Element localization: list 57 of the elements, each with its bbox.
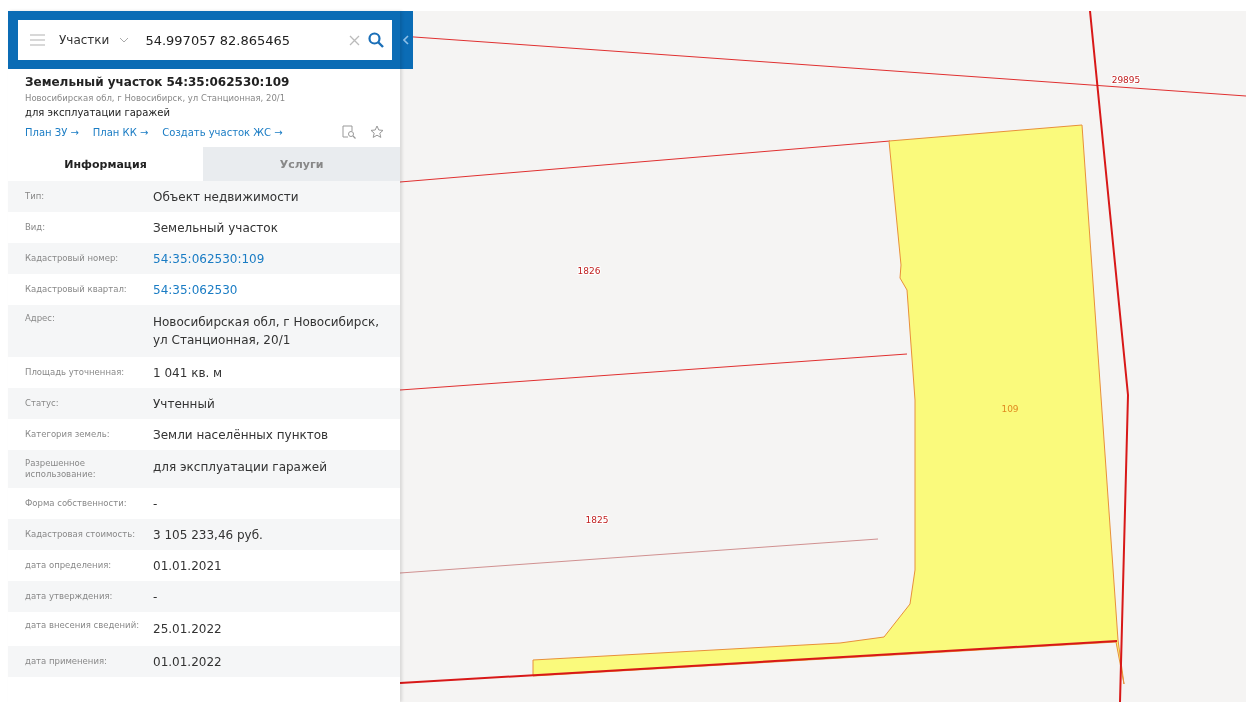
field-value: 01.01.2022 xyxy=(153,653,223,671)
parcel-label: 1825 xyxy=(585,515,609,525)
field-value: Земли населённых пунктов xyxy=(153,426,330,444)
field-label: Вид: xyxy=(24,221,47,233)
field-value: 1 041 кв. м xyxy=(153,364,224,382)
field-label: дата определения: xyxy=(24,560,113,572)
tab[interactable]: Услуги xyxy=(203,147,400,181)
field-label: Площадь уточненная: xyxy=(24,366,126,378)
search-icon xyxy=(368,32,384,48)
field-label: Статус: xyxy=(24,397,60,409)
field-label: Тип: xyxy=(24,190,46,202)
object-address: Новосибирская обл, г Новосибирск, ул Станционная, 20/1 xyxy=(25,93,287,103)
field-value: Учтенный xyxy=(153,395,216,413)
field-value: - xyxy=(153,495,159,513)
field-value: Объект недвижимости xyxy=(153,188,300,206)
plan-link[interactable]: План ЗУ → xyxy=(25,126,79,138)
chevron-left-icon xyxy=(403,35,410,45)
field-label: Разрешенное использование: xyxy=(24,458,97,481)
parcel-label: 29895 xyxy=(1111,75,1141,85)
plan-link[interactable]: План КК → xyxy=(92,126,149,138)
field-label: Форма собственности: xyxy=(24,498,128,510)
field-label: Адрес: xyxy=(24,313,56,325)
field-label: Кадастровый номер: xyxy=(24,252,120,264)
field-value: 25.01.2022 xyxy=(153,621,223,639)
search-button[interactable] xyxy=(368,32,384,48)
document-search-icon xyxy=(342,125,356,139)
chevron-down-icon xyxy=(119,37,130,43)
object-purpose: для эксплуатации гаражей xyxy=(25,107,171,118)
menu-button[interactable] xyxy=(30,34,45,46)
field-value: 01.01.2021 xyxy=(153,557,223,575)
collapse-button[interactable] xyxy=(400,11,413,69)
layer-dropdown[interactable]: Участки xyxy=(53,33,136,47)
field-label: Категория земель: xyxy=(24,428,111,440)
object-title: Земельный участок 54:35:062530:109 xyxy=(25,75,291,89)
clear-button[interactable] xyxy=(349,34,360,46)
field-link[interactable]: 54:35:062530 xyxy=(153,280,400,299)
field-link[interactable]: 54:35:062530:109 xyxy=(153,249,400,268)
zoom-to-button[interactable] xyxy=(342,125,356,139)
parcel-label: 109 xyxy=(1001,404,1019,414)
parcel-shape[interactable] xyxy=(532,124,1125,685)
field-value: 3 105 233,46 руб. xyxy=(153,526,264,544)
field-value: Земельный участок xyxy=(153,219,279,237)
field-value: - xyxy=(153,588,159,606)
field-label: дата утверждения: xyxy=(24,591,114,603)
map[interactable]: 29895 1826 1825 109 xyxy=(400,11,1246,702)
field-label: Кадастровая стоимость: xyxy=(24,529,137,541)
field-value: для эксплуатации гаражей xyxy=(153,459,328,476)
field-label: дата внесения сведений: xyxy=(24,620,141,632)
parcel-label: 1826 xyxy=(577,266,601,276)
menu-icon xyxy=(30,34,45,46)
star-icon xyxy=(370,125,384,139)
favorite-button[interactable] xyxy=(370,125,384,139)
field-label: Кадастровый квартал: xyxy=(24,283,128,295)
close-icon xyxy=(349,34,360,46)
plan-link[interactable]: Создать участок ЖС → xyxy=(162,126,283,138)
field-label: дата применения: xyxy=(24,656,108,668)
field-value: Новосибирская обл, г Новосибирск, ул Станционная, 20/1 xyxy=(153,314,381,349)
